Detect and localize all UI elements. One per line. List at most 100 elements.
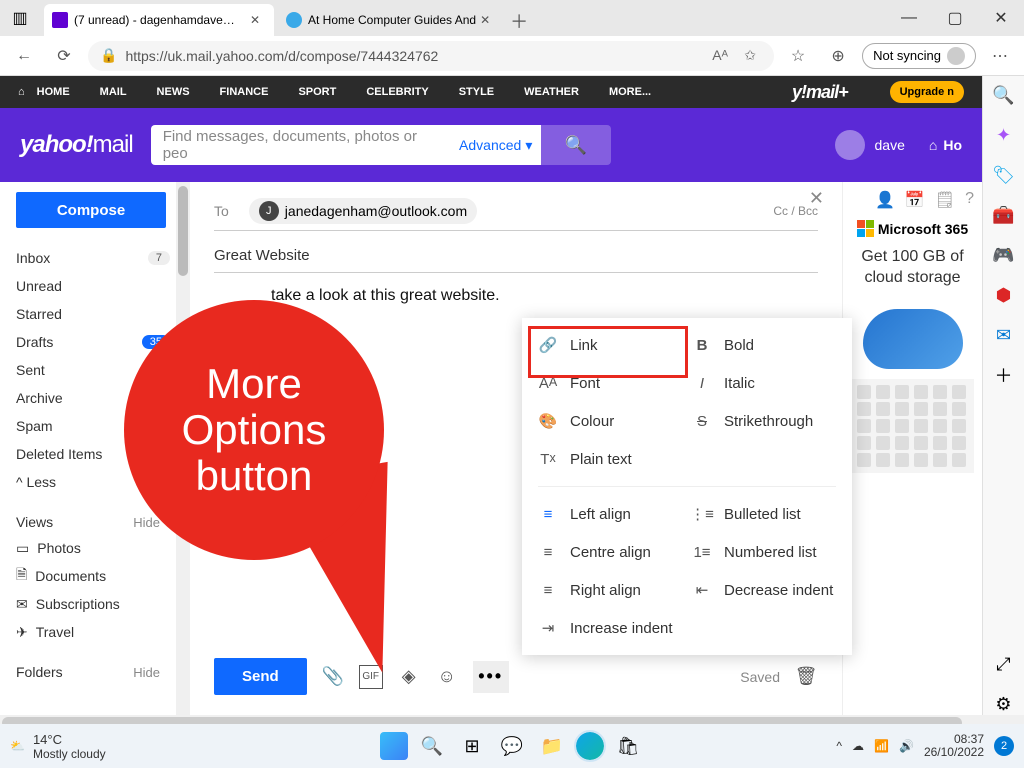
avatar[interactable] bbox=[835, 130, 865, 160]
menu-italic[interactable]: IItalic bbox=[692, 370, 836, 396]
menu-colour[interactable]: 🎨Colour bbox=[538, 408, 682, 434]
browser-tab[interactable]: At Home Computer Guides And ✕ bbox=[278, 4, 504, 36]
menu-numbered[interactable]: 1≡Numbered list bbox=[692, 539, 836, 565]
address-bar[interactable]: 🔒 https://uk.mail.yahoo.com/d/compose/74… bbox=[88, 41, 774, 71]
recipient-chip[interactable]: J janedagenham@outlook.com bbox=[249, 198, 477, 224]
compose-button[interactable]: Compose bbox=[16, 192, 166, 228]
help-icon[interactable]: ? bbox=[965, 190, 974, 210]
ms365-ad[interactable]: Microsoft 365 Get 100 GB of cloud storag… bbox=[851, 220, 974, 473]
edge-icon[interactable] bbox=[576, 732, 604, 760]
advanced-search-button[interactable]: Advanced ▾ bbox=[451, 125, 541, 165]
to-field[interactable]: To J janedagenham@outlook.com Cc / Bcc bbox=[214, 192, 818, 231]
view-subscriptions[interactable]: ✉Subscriptions bbox=[16, 590, 190, 618]
favorite-icon[interactable]: ✩ bbox=[738, 47, 762, 64]
browser-tab-active[interactable]: (7 unread) - dagenhamdave@ya ✕ bbox=[44, 4, 274, 36]
menu-right-align[interactable]: ≡Right align bbox=[538, 577, 682, 603]
tools-icon[interactable]: 🧰 bbox=[993, 204, 1015, 226]
menu-decrease-indent[interactable]: ⇤Decrease indent bbox=[692, 577, 836, 603]
home-button[interactable]: ⌂ Ho bbox=[929, 137, 962, 153]
store-icon[interactable]: 🛍 bbox=[612, 730, 644, 762]
menu-plain[interactable]: TxPlain text bbox=[538, 446, 682, 472]
upgrade-button[interactable]: Upgrade n bbox=[890, 81, 964, 103]
clock[interactable]: 08:37 26/10/2022 bbox=[924, 733, 984, 759]
wifi-icon[interactable]: 📶 bbox=[874, 739, 889, 753]
close-compose-icon[interactable]: ✕ bbox=[809, 188, 824, 209]
new-tab-button[interactable]: ＋ bbox=[504, 6, 534, 36]
delete-icon[interactable]: 🗑 bbox=[794, 665, 818, 689]
close-tab-icon[interactable]: ✕ bbox=[250, 13, 266, 27]
back-button[interactable]: ← bbox=[8, 40, 40, 72]
folder-inbox[interactable]: Inbox7 bbox=[16, 244, 190, 272]
search-sidebar-icon[interactable]: 🔍 bbox=[993, 84, 1015, 106]
emoji-icon[interactable]: ☺ bbox=[435, 665, 459, 689]
menu-font[interactable]: AAFont bbox=[538, 370, 682, 396]
message-body[interactable]: We've gtake a look at this great website… bbox=[214, 287, 818, 305]
hide-link[interactable]: Hide bbox=[133, 515, 160, 530]
volume-icon[interactable]: 🔊 bbox=[899, 739, 914, 753]
notification-badge[interactable]: 2 bbox=[994, 736, 1014, 756]
search-input[interactable]: Find messages, documents, photos or peo bbox=[151, 125, 451, 165]
hide-link[interactable]: Hide bbox=[133, 665, 160, 680]
nav-celebrity[interactable]: CELEBRITY bbox=[366, 86, 428, 98]
menu-bold[interactable]: BBold bbox=[692, 332, 836, 358]
menu-bulleted[interactable]: ⋮≡Bulleted list bbox=[692, 501, 836, 527]
nav-mail[interactable]: MAIL bbox=[100, 86, 127, 98]
view-travel[interactable]: ✈Travel bbox=[16, 618, 190, 646]
tray-chevron-icon[interactable]: ^ bbox=[836, 739, 842, 753]
contacts-icon[interactable]: 👤 bbox=[875, 190, 895, 210]
more-options-button[interactable]: ••• bbox=[473, 661, 509, 693]
sync-status[interactable]: Not syncing bbox=[862, 43, 976, 69]
close-tab-icon[interactable]: ✕ bbox=[480, 13, 496, 27]
discover-icon[interactable]: ✦ bbox=[993, 124, 1015, 146]
scrollbar-thumb[interactable] bbox=[178, 186, 188, 276]
menu-link[interactable]: 🔗Link bbox=[538, 332, 682, 358]
reader-icon[interactable]: Aᴬ bbox=[708, 47, 732, 64]
shopping-icon[interactable]: 🏷 bbox=[993, 164, 1015, 186]
folder-starred[interactable]: Starred bbox=[16, 300, 190, 328]
home-icon[interactable]: ⌂ bbox=[18, 86, 25, 98]
view-photos[interactable]: ▭Photos bbox=[16, 534, 190, 562]
expand-icon[interactable]: ⤢ bbox=[993, 653, 1015, 675]
attach-icon[interactable]: 📎 bbox=[321, 665, 345, 689]
outlook-icon[interactable]: ✉ bbox=[993, 324, 1015, 346]
search-button[interactable]: 🔍 bbox=[541, 125, 611, 165]
gear-icon[interactable]: ⚙ bbox=[993, 693, 1015, 715]
nav-style[interactable]: STYLE bbox=[459, 86, 494, 98]
notes-icon[interactable]: 🗒 bbox=[935, 190, 955, 210]
folder-unread[interactable]: Unread bbox=[16, 272, 190, 300]
chat-icon[interactable]: 💬 bbox=[496, 730, 528, 762]
menu-strike[interactable]: SStrikethrough bbox=[692, 408, 836, 434]
explorer-icon[interactable]: 📁 bbox=[536, 730, 568, 762]
view-documents[interactable]: 🗎Documents bbox=[16, 562, 190, 590]
send-button[interactable]: Send bbox=[214, 658, 307, 695]
more-menu-icon[interactable]: ⋯ bbox=[984, 40, 1016, 72]
nav-weather[interactable]: WEATHER bbox=[524, 86, 579, 98]
nav-sport[interactable]: SPORT bbox=[298, 86, 336, 98]
maximize-button[interactable]: ▢ bbox=[932, 0, 978, 36]
nav-finance[interactable]: FINANCE bbox=[220, 86, 269, 98]
nav-home[interactable]: HOME bbox=[37, 86, 70, 98]
taskview-icon[interactable]: ⊞ bbox=[456, 730, 488, 762]
collections-icon[interactable]: ⊕ bbox=[822, 40, 854, 72]
calendar-icon[interactable]: 📅 bbox=[905, 190, 925, 210]
refresh-button[interactable]: ⟳ bbox=[48, 40, 80, 72]
weather-widget[interactable]: ⛅ 14°C Mostly cloudy bbox=[10, 732, 106, 761]
nav-more[interactable]: MORE... bbox=[609, 86, 651, 98]
subject-field[interactable]: Great Website bbox=[214, 239, 818, 273]
games-icon[interactable]: 🎮 bbox=[993, 244, 1015, 266]
taskbar-search-icon[interactable]: 🔍 bbox=[416, 730, 448, 762]
close-window-button[interactable]: ✕ bbox=[978, 0, 1024, 36]
nav-news[interactable]: NEWS bbox=[157, 86, 190, 98]
stationery-icon[interactable]: ◈ bbox=[397, 665, 421, 689]
add-icon[interactable]: ＋ bbox=[993, 364, 1015, 386]
start-button[interactable] bbox=[380, 732, 408, 760]
menu-left-align[interactable]: ≡Left align bbox=[538, 501, 682, 527]
favorites-icon[interactable]: ☆ bbox=[782, 40, 814, 72]
office-icon[interactable]: ⬢ bbox=[993, 284, 1015, 306]
yahoo-mail-logo[interactable]: yahoo!mail bbox=[20, 131, 133, 159]
tab-overview-button[interactable]: ▥ bbox=[0, 0, 40, 36]
onedrive-tray-icon[interactable]: ☁ bbox=[852, 739, 864, 753]
menu-centre-align[interactable]: ≡Centre align bbox=[538, 539, 682, 565]
menu-increase-indent[interactable]: ⇥Increase indent bbox=[538, 615, 682, 641]
minimize-button[interactable]: — bbox=[886, 0, 932, 36]
